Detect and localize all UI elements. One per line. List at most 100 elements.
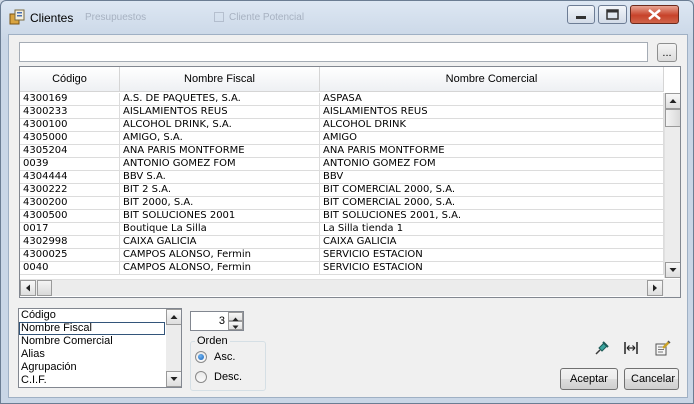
table-row[interactable]: 4304444 BBV S.A. BBV	[20, 171, 664, 184]
sort-list-scroll-up-button[interactable]	[166, 309, 181, 325]
properties-icon[interactable]	[654, 339, 672, 357]
arrow-up-icon	[170, 315, 178, 319]
maximize-button[interactable]	[598, 5, 627, 24]
title-bar[interactable]: Clientes Presupuestos Cliente Potencial	[1, 1, 693, 33]
scroll-up-button[interactable]	[665, 93, 680, 109]
background-checkbox	[214, 12, 224, 22]
desc-label: Desc.	[214, 371, 243, 383]
list-item[interactable]: C.I.F.	[19, 374, 165, 387]
order-group: Orden Asc. Desc.	[190, 335, 266, 391]
cell-codigo: 4300233	[20, 106, 120, 118]
list-item[interactable]: Nombre Fiscal	[19, 322, 165, 335]
cell-codigo: 0040	[20, 262, 120, 274]
scroll-right-button[interactable]	[647, 280, 663, 296]
minimize-icon	[576, 16, 586, 19]
clientes-window: Clientes Presupuestos Cliente Potencial …	[0, 0, 694, 404]
table-row[interactable]: 4305000 AMIGO, S.A. AMIGO	[20, 132, 664, 145]
maximize-icon	[606, 9, 619, 20]
cell-nombre-comercial: La Silla tienda 1	[320, 223, 664, 235]
cell-nombre-comercial: BBV	[320, 171, 664, 183]
column-count-spinner[interactable]: 3	[190, 311, 244, 331]
cell-nombre-fiscal: CAIXA GALICIA	[120, 236, 320, 248]
cell-nombre-fiscal: CAMPOS ALONSO, Fermin	[120, 249, 320, 261]
cell-nombre-comercial: SERVICIO ESTACION	[320, 249, 664, 261]
cell-nombre-comercial: BIT COMERCIAL 2000, S.A.	[320, 197, 664, 209]
fit-columns-icon[interactable]	[622, 339, 640, 357]
ellipsis-button[interactable]: ...	[657, 43, 677, 62]
asc-label: Asc.	[214, 351, 236, 363]
list-item[interactable]: Nombre Comercial	[19, 335, 165, 348]
vertical-scrollbar[interactable]	[664, 93, 680, 278]
cell-nombre-fiscal: ALCOHOL DRINK, S.A.	[120, 119, 320, 131]
table-row[interactable]: 4300500 BIT SOLUCIONES 2001 BIT SOLUCIONES…	[20, 210, 664, 223]
table-row[interactable]: 4300200 BIT 2000, S.A. BIT COMERCIAL 2000,…	[20, 197, 664, 210]
cancel-button[interactable]: Cancelar	[624, 368, 679, 390]
vertical-scroll-thumb[interactable]	[665, 109, 680, 127]
cell-nombre-fiscal: BBV S.A.	[120, 171, 320, 183]
arrow-left-icon	[26, 284, 30, 292]
table-row[interactable]: 0039 ANTONIO GOMEZ FOM ANTONIO GOMEZ FOM	[20, 158, 664, 171]
cell-nombre-comercial: AMIGO	[320, 132, 664, 144]
cell-nombre-comercial: ALCOHOL DRINK	[320, 119, 664, 131]
arrow-down-icon	[232, 325, 239, 329]
accept-button[interactable]: Aceptar	[560, 368, 618, 390]
table-row[interactable]: 4300169 A.S. DE PAQUETES, S.A. ASPASA	[20, 93, 664, 106]
window-title: Clientes	[30, 11, 74, 25]
scroll-left-button[interactable]	[20, 280, 36, 296]
column-header-codigo[interactable]: Código	[20, 67, 120, 92]
scrollbar-corner	[664, 279, 680, 297]
cell-codigo: 4300200	[20, 197, 120, 209]
spinner-up-button[interactable]	[228, 312, 243, 321]
cell-codigo: 4300100	[20, 119, 120, 131]
arrow-down-icon	[669, 268, 677, 272]
scroll-down-button[interactable]	[665, 262, 680, 278]
table-row[interactable]: 4300233 AISLAMIENTOS REUS AISLAMIENTOS REU…	[20, 106, 664, 119]
cell-codigo: 4304444	[20, 171, 120, 183]
table-row[interactable]: 4302998 CAIXA GALICIA CAIXA GALICIA	[20, 236, 664, 249]
minimize-button[interactable]	[567, 5, 595, 24]
order-legend: Orden	[195, 335, 230, 347]
cell-nombre-comercial: SERVICIO ESTACION	[320, 262, 664, 274]
table-row[interactable]: 4300100 ALCOHOL DRINK, S.A. ALCOHOL DRINK	[20, 119, 664, 132]
cell-nombre-fiscal: CAMPOS ALONSO, Fermin	[120, 262, 320, 274]
cell-codigo: 4300222	[20, 184, 120, 196]
table-row[interactable]: 4300222 BIT 2 S.A. BIT COMERCIAL 2000, S.A…	[20, 184, 664, 197]
background-title-text: Presupuestos	[85, 12, 147, 23]
sort-field-list[interactable]: Código Nombre Fiscal Nombre Comercial Alias…	[18, 308, 182, 388]
column-header-nombre-comercial[interactable]: Nombre Comercial	[320, 67, 664, 92]
background-checkbox-label: Cliente Potencial	[229, 12, 305, 23]
cell-nombre-fiscal: BIT 2 S.A.	[120, 184, 320, 196]
asc-radio[interactable]	[195, 351, 207, 363]
spinner-value[interactable]: 3	[191, 312, 225, 330]
column-header-nombre-fiscal[interactable]: Nombre Fiscal	[120, 67, 320, 92]
cell-codigo: 4300169	[20, 93, 120, 105]
close-button[interactable]	[630, 5, 679, 24]
arrow-up-icon	[669, 99, 677, 103]
cell-codigo: 4305204	[20, 145, 120, 157]
cell-nombre-fiscal: BIT SOLUCIONES 2001	[120, 210, 320, 222]
horizontal-scrollbar[interactable]	[20, 279, 664, 296]
table-row[interactable]: 0017 Boutique La Silla La Silla tienda 1	[20, 223, 664, 236]
cell-nombre-fiscal: BIT 2000, S.A.	[120, 197, 320, 209]
sort-list-scroll-down-button[interactable]	[166, 371, 181, 387]
cell-nombre-fiscal: AISLAMIENTOS REUS	[120, 106, 320, 118]
table-row[interactable]: 4300025 CAMPOS ALONSO, Fermin SERVICIO EST…	[20, 249, 664, 262]
spinner-down-button[interactable]	[228, 321, 243, 330]
list-item[interactable]: Código	[19, 309, 165, 322]
dialog-client-area: ... Código Nombre Fiscal Nombre Comercia…	[8, 34, 688, 398]
list-item[interactable]: Alias	[19, 348, 165, 361]
horizontal-scroll-thumb[interactable]	[37, 280, 52, 296]
app-icon	[9, 9, 25, 25]
table-row[interactable]: 4305204 ANA PARIS MONTFORME ANA PARIS MONT…	[20, 145, 664, 158]
cell-nombre-fiscal: Boutique La Silla	[120, 223, 320, 235]
grid-rows: 4300169 A.S. DE PAQUETES, S.A. ASPASA 43002…	[20, 93, 664, 275]
pin-icon[interactable]	[593, 339, 611, 357]
search-input[interactable]	[19, 42, 648, 62]
desc-radio[interactable]	[195, 371, 207, 383]
close-icon	[648, 9, 661, 20]
clients-grid[interactable]: Código Nombre Fiscal Nombre Comercial 43…	[19, 66, 681, 298]
table-row[interactable]: 0040 CAMPOS ALONSO, Fermin SERVICIO ESTACI…	[20, 262, 664, 275]
cell-nombre-fiscal: AMIGO, S.A.	[120, 132, 320, 144]
list-item[interactable]: Agrupación	[19, 361, 165, 374]
sort-list-scrollbar[interactable]	[166, 309, 181, 387]
